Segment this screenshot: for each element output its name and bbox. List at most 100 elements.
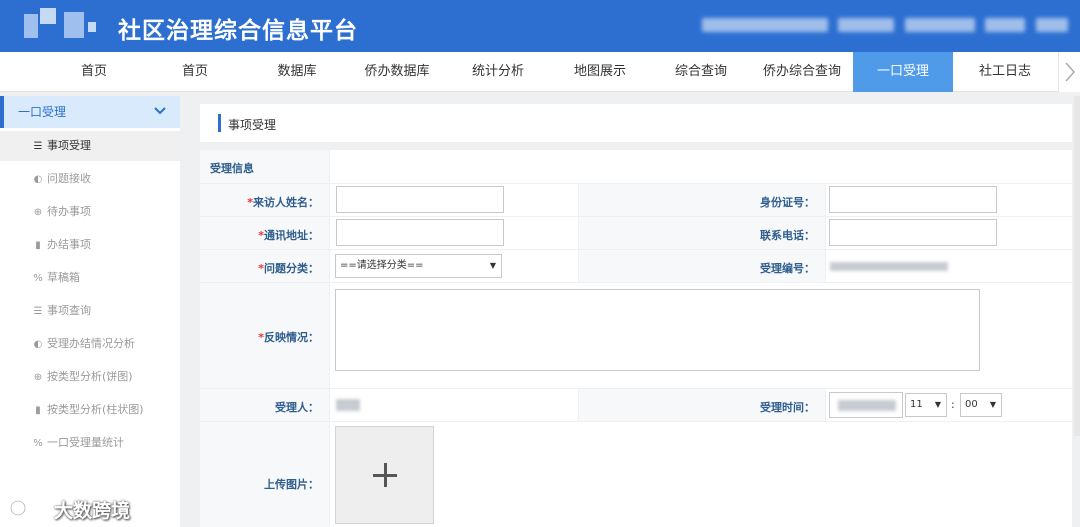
nav-one-stop[interactable]: 一口受理 xyxy=(853,52,953,92)
bookmark-icon: ▮ xyxy=(35,405,41,416)
sidebar-item-label: 受理办结情况分析 xyxy=(47,337,135,350)
sidebar-item-bar-analysis[interactable]: ▮ 按类型分析(柱状图) xyxy=(0,395,180,425)
form-row-category: *问题分类： ==请选择分类== ▼ 受理编号： xyxy=(200,250,1072,283)
sidebar-item-search[interactable]: ☰ 事项查询 xyxy=(0,296,180,326)
dropdown-arrow-icon: ▼ xyxy=(489,261,496,270)
accept-date-input[interactable] xyxy=(829,392,903,418)
list-icon: ☰ xyxy=(33,306,43,317)
label-column: 受理时间： xyxy=(578,389,826,421)
app-title: 社区治理综合信息平台 xyxy=(118,18,358,44)
nav-database[interactable]: 数据库 xyxy=(247,52,347,92)
logo xyxy=(24,8,104,44)
minute-selected-value: 00 xyxy=(965,399,978,410)
label-column: *反映情况： xyxy=(200,283,330,388)
nav-home[interactable]: 首页 xyxy=(44,52,144,92)
section-label: 受理信息 xyxy=(210,162,254,175)
sidebar-group-one-stop[interactable]: 一口受理 xyxy=(0,96,180,128)
link-icon: % xyxy=(33,273,43,284)
accept-no-value-redacted xyxy=(830,262,948,271)
sidebar-item-label: 草稿箱 xyxy=(47,271,80,284)
date-value-redacted xyxy=(838,400,896,411)
main-content: 事项受理 受理信息 *来访人姓名： 身份证号： *通讯地址： 联系电话： *问题… xyxy=(200,104,1072,527)
label-text: 问题分类： xyxy=(264,262,319,275)
label-column: 受理编号： xyxy=(578,250,826,282)
page-scrollbar[interactable] xyxy=(1074,96,1080,436)
panel-title: 事项受理 xyxy=(228,118,277,132)
form-row-acceptor: 受理人： 受理时间： 11 ▼ : 00 ▼ xyxy=(200,389,1072,422)
sidebar-item-label: 问题接收 xyxy=(47,172,91,185)
label-column: *通讯地址： xyxy=(200,217,330,249)
form-row-address: *通讯地址： 联系电话： xyxy=(200,217,1072,250)
address-label: *通讯地址： xyxy=(258,227,319,243)
label-column: 受理人： xyxy=(200,389,330,421)
app-header: 社区治理综合信息平台 xyxy=(0,0,1080,52)
sidebar-item-label: 待办事项 xyxy=(47,205,91,218)
sidebar-item-accept[interactable]: ☰ 事项受理 xyxy=(0,131,180,161)
feedback-textarea[interactable] xyxy=(335,289,980,371)
form-section-row: 受理信息 xyxy=(200,150,1072,184)
sidebar-item-drafts[interactable]: % 草稿箱 xyxy=(0,263,180,293)
sidebar-item-done[interactable]: ▮ 办结事项 xyxy=(0,230,180,260)
category-select[interactable]: ==请选择分类== ▼ xyxy=(335,254,502,278)
category-label: *问题分类： xyxy=(258,260,319,276)
minute-select[interactable]: 00 ▼ xyxy=(960,393,1002,417)
accept-no-label: 受理编号： xyxy=(760,262,815,275)
nav-map[interactable]: 地图展示 xyxy=(550,52,650,92)
sidebar-item-todo[interactable]: ⊕ 待办事项 xyxy=(0,197,180,227)
visitor-name-label: *来访人姓名： xyxy=(247,194,319,210)
label-column: 上传图片： xyxy=(200,422,330,527)
circle-half-icon: ◐ xyxy=(33,174,43,185)
chevron-right-icon xyxy=(1065,62,1076,82)
nav-statistics[interactable]: 统计分析 xyxy=(448,52,548,92)
phone-input[interactable] xyxy=(829,219,997,246)
time-separator: : xyxy=(951,398,955,411)
sidebar-item-label: 按类型分析(柱状图) xyxy=(47,403,144,416)
label-column: *问题分类： xyxy=(200,250,330,282)
sidebar-item-volume-stats[interactable]: % 一口受理量统计 xyxy=(0,428,180,458)
nav-home-2[interactable]: 首页 xyxy=(145,52,245,92)
sidebar-item-receive[interactable]: ◐ 问题接收 xyxy=(0,164,180,194)
sidebar-item-label: 一口受理量统计 xyxy=(47,436,124,449)
watermark-text: 大数跨境 xyxy=(54,500,131,522)
sidebar-item-pie-analysis[interactable]: ⊕ 按类型分析(饼图) xyxy=(0,362,180,392)
plus-icon-vertical xyxy=(384,463,387,487)
user-info-redacted xyxy=(985,18,1025,32)
id-number-label: 身份证号： xyxy=(760,196,815,209)
label-column: *来访人姓名： xyxy=(200,184,330,216)
sidebar-item-analysis[interactable]: ◐ 受理办结情况分析 xyxy=(0,329,180,359)
globe-icon: ⊕ xyxy=(33,207,43,218)
address-input[interactable] xyxy=(336,219,504,246)
hour-select[interactable]: 11 ▼ xyxy=(905,393,947,417)
visitor-name-input[interactable] xyxy=(336,186,504,213)
circle-half-icon: ◐ xyxy=(33,339,43,350)
user-info-redacted xyxy=(702,18,828,32)
form-row-name: *来访人姓名： 身份证号： xyxy=(200,184,1072,217)
nav-overseas-database[interactable]: 侨办数据库 xyxy=(347,52,447,92)
top-nav: 首页 首页 数据库 侨办数据库 统计分析 地图展示 综合查询 侨办综合查询 一口… xyxy=(0,52,1080,92)
id-number-input[interactable] xyxy=(829,186,997,213)
bookmark-icon: ▮ xyxy=(35,240,41,251)
list-icon: ☰ xyxy=(33,141,43,152)
nav-query[interactable]: 综合查询 xyxy=(651,52,751,92)
user-info-redacted xyxy=(1036,18,1068,32)
sidebar-item-label: 办结事项 xyxy=(47,238,91,251)
feedback-label: *反映情况： xyxy=(258,329,319,345)
sidebar-item-label: 按类型分析(饼图) xyxy=(47,370,133,383)
label-text: 来访人姓名： xyxy=(253,196,319,209)
sidebar: 一口受理 ☰ 事项受理 ◐ 问题接收 ⊕ 待办事项 ▮ 办结事项 % 草稿箱 ☰ 事项查询 … xyxy=(0,96,180,527)
acceptor-label: 受理人： xyxy=(275,401,319,414)
user-info-redacted xyxy=(905,18,975,32)
upload-image-button[interactable] xyxy=(335,426,434,524)
form-row-upload: 上传图片： xyxy=(200,422,1072,527)
nav-social-log[interactable]: 社工日志 xyxy=(955,52,1055,92)
accept-form: 受理信息 *来访人姓名： 身份证号： *通讯地址： 联系电话： *问题分类： =… xyxy=(200,150,1072,527)
dropdown-arrow-icon: ▼ xyxy=(989,400,996,409)
sidebar-item-label: 事项查询 xyxy=(47,304,91,317)
nav-overseas-query[interactable]: 侨办综合查询 xyxy=(751,52,853,92)
accept-time-label: 受理时间： xyxy=(760,401,815,414)
upload-label: 上传图片： xyxy=(264,478,319,491)
category-selected-value: ==请选择分类== xyxy=(340,260,424,271)
nav-more-button[interactable] xyxy=(1058,52,1080,92)
label-text: 反映情况： xyxy=(264,331,319,344)
label-text: 通讯地址： xyxy=(264,229,319,242)
